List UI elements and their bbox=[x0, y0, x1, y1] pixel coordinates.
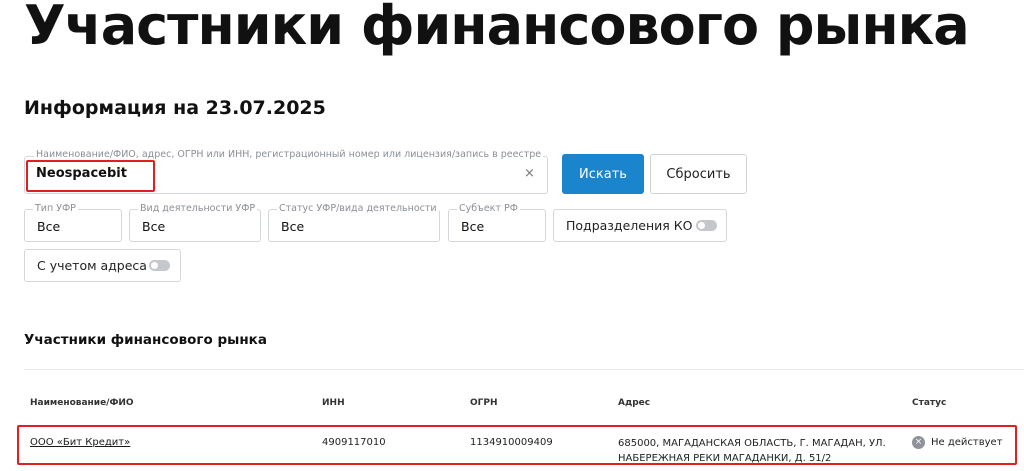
filter-status-value: Все bbox=[281, 219, 305, 234]
filter-type-ufr-value: Все bbox=[37, 219, 61, 234]
filter-activity-value: Все bbox=[142, 219, 166, 234]
filter-subject-value: Все bbox=[461, 219, 485, 234]
ko-subdivisions-label: Подразделения КО bbox=[566, 218, 693, 233]
status-value: Не действует bbox=[931, 437, 1003, 448]
column-header-name: Наименование/ФИО bbox=[30, 398, 134, 408]
column-header-ogrn: ОГРН bbox=[470, 398, 498, 408]
filter-status[interactable]: Статус УФР/вида деятельности Все bbox=[268, 203, 440, 242]
clear-icon[interactable]: × bbox=[524, 167, 535, 181]
address-value: 685000, МАГАДАНСКАЯ ОБЛАСТЬ, Г. МАГАДАН,… bbox=[618, 436, 886, 466]
page-title: Участники финансового рынка bbox=[24, 0, 970, 57]
column-header-inn: ИНН bbox=[322, 398, 345, 408]
column-header-status: Статус bbox=[912, 398, 947, 408]
search-input-label: Наименование/ФИО, адрес, ОГРН или ИНН, р… bbox=[34, 149, 544, 160]
ko-subdivisions-toggle[interactable] bbox=[696, 220, 717, 231]
divider bbox=[24, 369, 1024, 370]
search-value-highlight bbox=[26, 160, 155, 192]
info-date-heading: Информация на 23.07.2025 bbox=[24, 97, 326, 119]
filter-subject-label: Субъект РФ bbox=[457, 203, 520, 214]
filter-subject[interactable]: Субъект РФ Все bbox=[448, 203, 546, 242]
reset-button[interactable]: Сбросить bbox=[650, 154, 747, 194]
status-inactive-icon: × bbox=[912, 436, 925, 449]
org-name-link[interactable]: ООО «Бит Кредит» bbox=[30, 437, 130, 448]
filter-status-label: Статус УФР/вида деятельности bbox=[277, 203, 439, 214]
filter-type-ufr[interactable]: Тип УФР Все bbox=[24, 203, 122, 242]
address-line-1: 685000, МАГАДАНСКАЯ ОБЛАСТЬ, Г. МАГАДАН,… bbox=[618, 438, 886, 449]
with-address-label: С учетом адреса bbox=[37, 258, 147, 273]
filter-type-ufr-label: Тип УФР bbox=[33, 203, 78, 214]
ko-subdivisions-toggle-box[interactable]: Подразделения КО bbox=[553, 209, 727, 242]
inn-value: 4909117010 bbox=[322, 437, 386, 448]
with-address-toggle[interactable] bbox=[149, 260, 170, 271]
filter-activity-label: Вид деятельности УФР bbox=[138, 203, 258, 214]
ogrn-value: 1134910009409 bbox=[470, 437, 553, 448]
filter-activity[interactable]: Вид деятельности УФР Все bbox=[129, 203, 261, 242]
with-address-toggle-box[interactable]: С учетом адреса bbox=[24, 249, 181, 282]
column-header-address: Адрес bbox=[618, 398, 651, 408]
results-section-title: Участники финансового рынка bbox=[24, 332, 267, 348]
search-button[interactable]: Искать bbox=[562, 154, 644, 194]
address-line-2: НАБЕРЕЖНАЯ РЕКИ МАГАДАНКИ, Д. 51/2 bbox=[618, 453, 832, 464]
